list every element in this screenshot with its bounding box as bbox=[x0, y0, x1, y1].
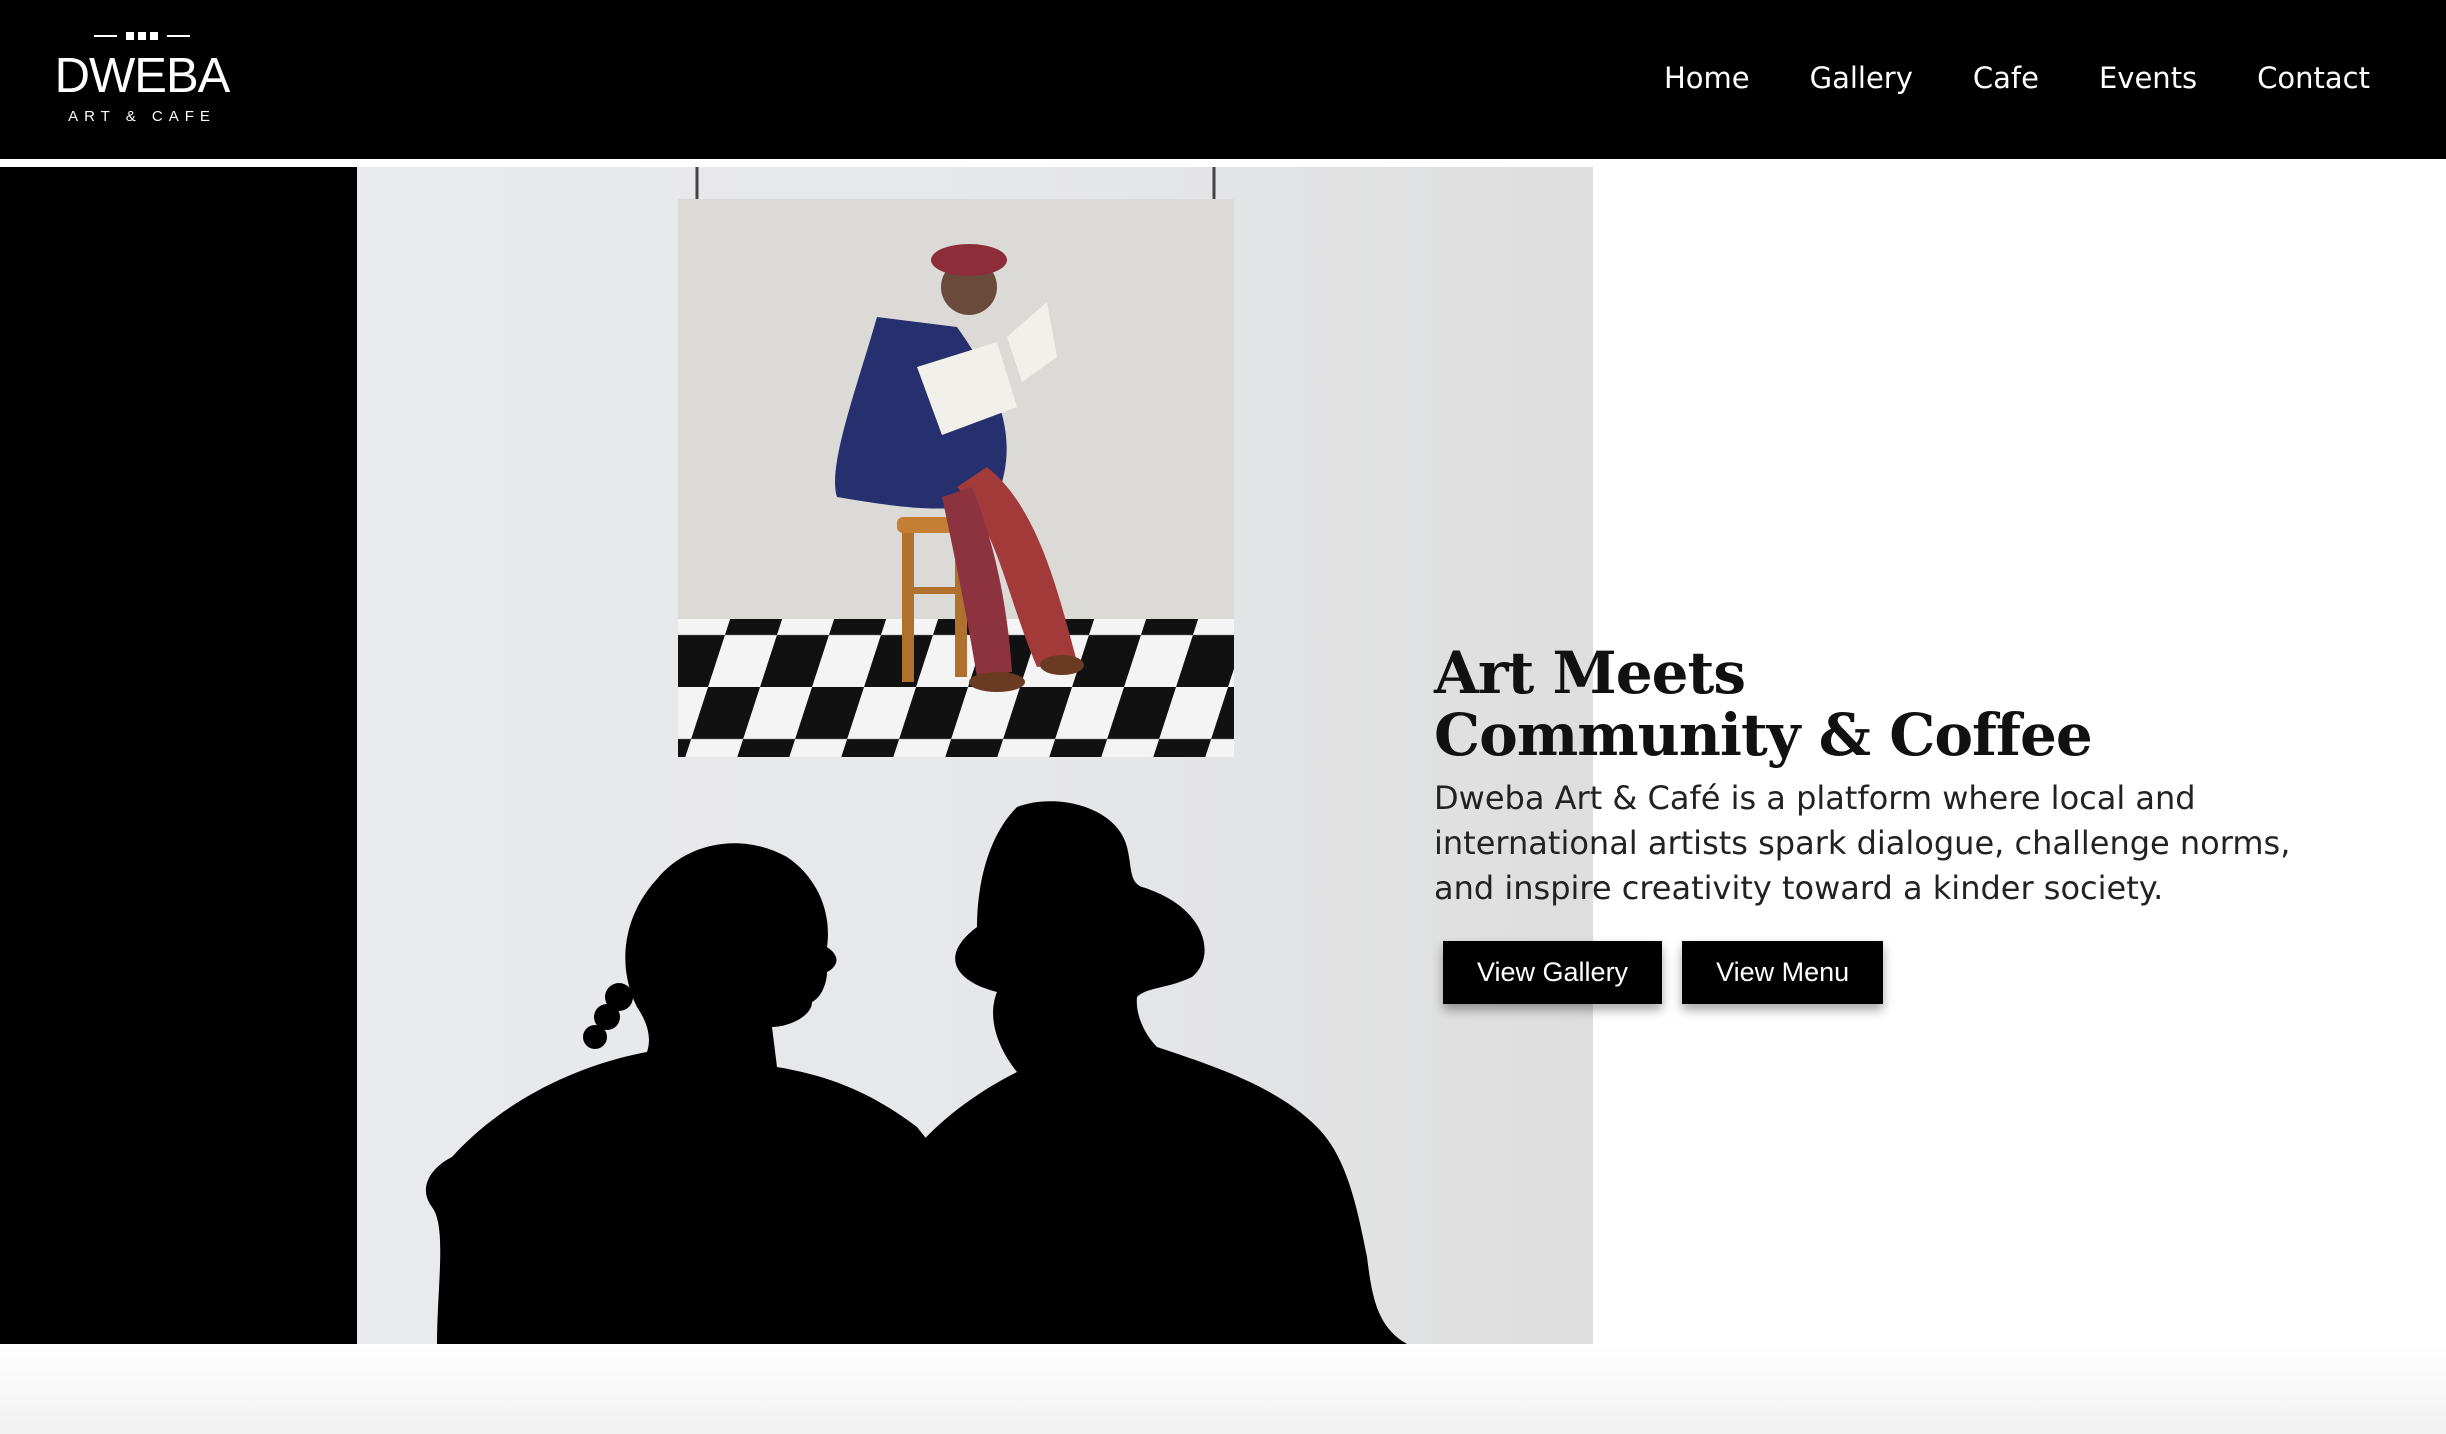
main-nav: Home Gallery Cafe Events Contact bbox=[1664, 58, 2370, 98]
logo-subtitle: ART & CAFE bbox=[68, 108, 216, 125]
view-gallery-button[interactable]: View Gallery bbox=[1443, 941, 1663, 1004]
next-section-edge bbox=[0, 1345, 2446, 1434]
hero-title: Art Meets Community & Coffee bbox=[1434, 642, 2334, 766]
hero-text-block: Art Meets Community & Coffee Dweba Art &… bbox=[1434, 642, 2334, 1004]
logo-wordmark: DWEBA bbox=[54, 49, 231, 103]
hero-description: Dweba Art & Café is a platform where loc… bbox=[1434, 779, 2291, 907]
hero-section: Art Meets Community & Coffee Dweba Art &… bbox=[0, 159, 2446, 1345]
hero-image bbox=[357, 167, 1593, 1344]
site-header: DWEBA ART & CAFE Home Gallery Cafe Event… bbox=[0, 0, 2446, 159]
nav-home[interactable]: Home bbox=[1664, 58, 1750, 98]
nav-cafe[interactable]: Cafe bbox=[1973, 58, 2039, 98]
painting bbox=[678, 199, 1234, 757]
hero-dark-band bbox=[0, 167, 357, 1344]
hero-title-line-1: Art Meets bbox=[1434, 639, 1746, 707]
logo[interactable]: DWEBA ART & CAFE bbox=[47, 28, 237, 128]
logo-mark-icon bbox=[94, 32, 190, 40]
nav-gallery[interactable]: Gallery bbox=[1810, 58, 1913, 98]
gallery-visitors-silhouette-image bbox=[357, 167, 1593, 1344]
nav-contact[interactable]: Contact bbox=[2257, 58, 2370, 98]
nav-events[interactable]: Events bbox=[2099, 58, 2197, 98]
view-menu-button[interactable]: View Menu bbox=[1682, 941, 1884, 1004]
hero-title-line-2: Community & Coffee bbox=[1434, 701, 2093, 769]
hero-cta-row: View Gallery View Menu bbox=[1443, 941, 2334, 1004]
